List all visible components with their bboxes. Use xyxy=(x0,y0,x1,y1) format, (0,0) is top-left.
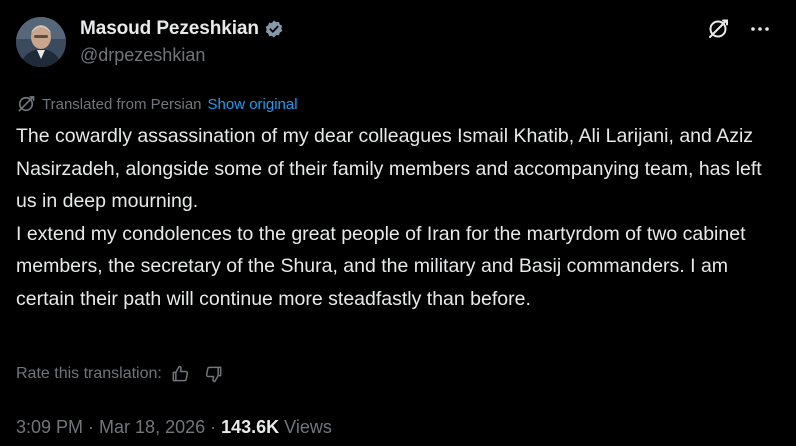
rate-translation: Rate this translation: xyxy=(16,364,224,384)
tweet-text: The cowardly assassination of my dear co… xyxy=(16,120,778,316)
avatar[interactable] xyxy=(16,17,66,67)
author-name-row: Masoud Pezeshkian xyxy=(80,16,284,42)
author-handle[interactable]: @drpezeshkian xyxy=(80,45,284,66)
views-count: 143.6K xyxy=(221,417,280,437)
tweet-date[interactable]: Mar 18, 2026 xyxy=(99,417,205,438)
meta-separator: · xyxy=(88,417,95,437)
verified-badge-icon[interactable] xyxy=(264,19,284,39)
tweet-paragraph: I extend my condolences to the great peo… xyxy=(16,222,746,310)
rate-translation-label: Rate this translation: xyxy=(16,365,162,382)
views-label: Views xyxy=(284,417,332,437)
author-info: Masoud Pezeshkian @drpezeshkian xyxy=(80,16,284,66)
translation-notice: Translated from Persian Show original xyxy=(16,94,298,114)
avatar-image xyxy=(16,17,66,67)
tweet-meta: 3:09 PM · Mar 18, 2026 · 143.6K Views xyxy=(16,417,332,438)
header-actions xyxy=(706,17,772,41)
translated-from-label: Translated from Persian xyxy=(42,95,202,113)
tweet-container: Masoud Pezeshkian @drpezeshkian Translat… xyxy=(0,0,796,446)
more-options-icon[interactable] xyxy=(748,17,772,41)
translate-icon[interactable] xyxy=(706,17,730,41)
show-original-link[interactable]: Show original xyxy=(208,96,298,113)
thumbs-down-icon[interactable] xyxy=(204,364,224,384)
thumbs-up-icon[interactable] xyxy=(170,364,190,384)
translated-icon xyxy=(16,94,36,114)
meta-separator: · xyxy=(210,417,217,437)
author-display-name[interactable]: Masoud Pezeshkian xyxy=(80,18,259,40)
tweet-time[interactable]: 3:09 PM xyxy=(16,417,83,438)
tweet-paragraph: The cowardly assassination of my dear co… xyxy=(16,125,762,213)
